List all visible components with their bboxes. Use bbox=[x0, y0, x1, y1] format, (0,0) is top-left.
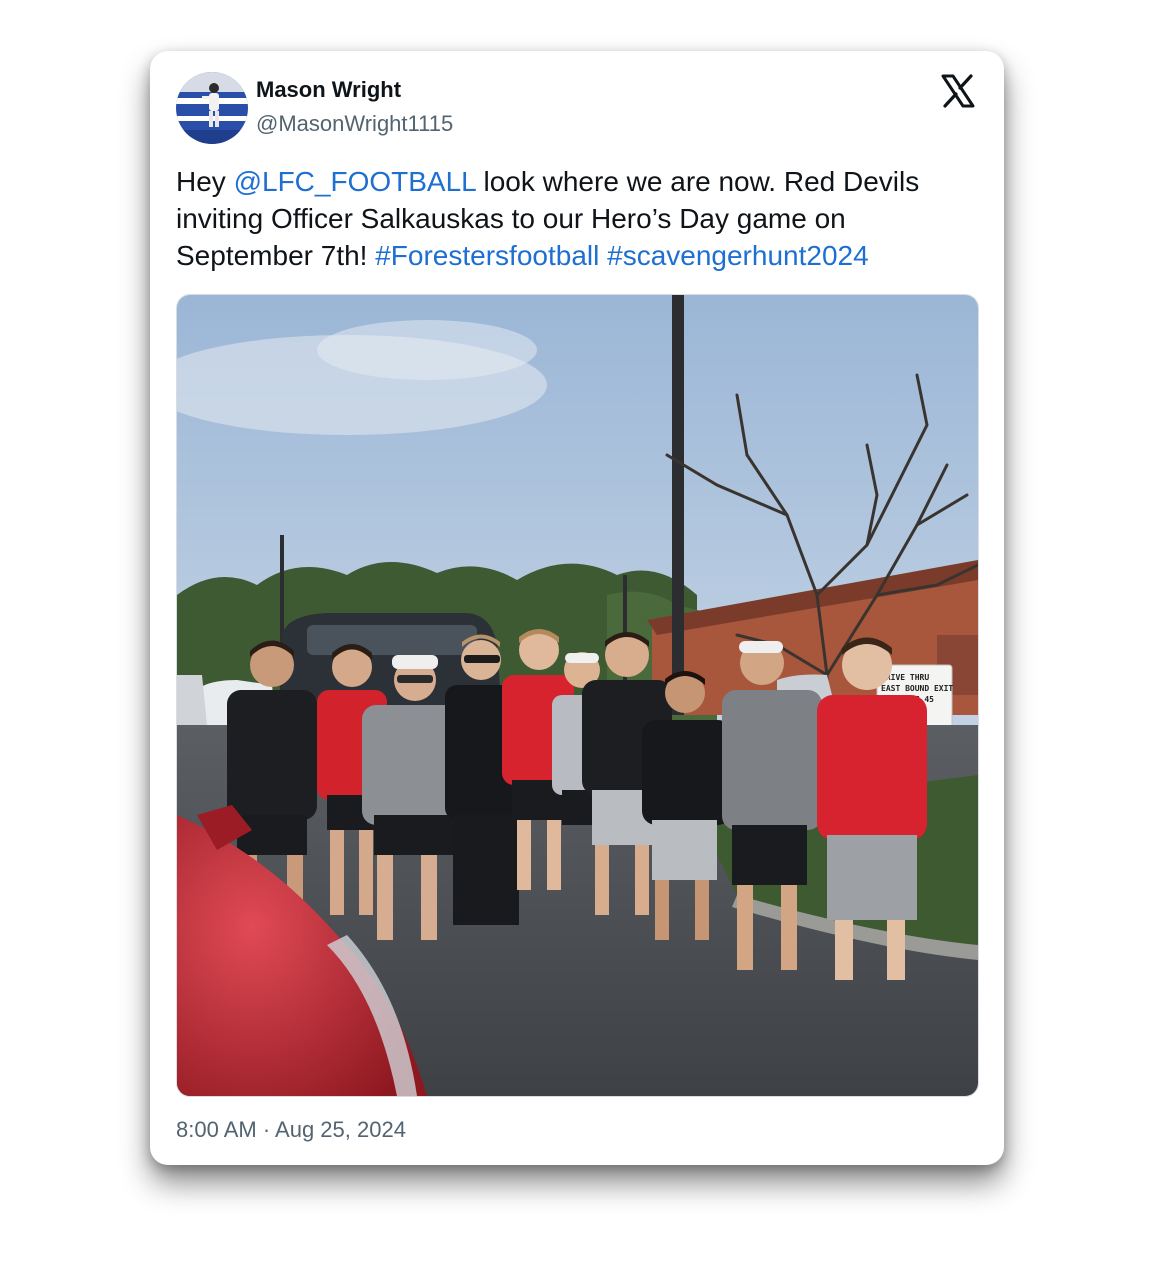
mention-link[interactable]: @LFC_FOOTBALL bbox=[234, 166, 476, 197]
group-photo-illustration: DRIVE THRU EAST BOUND EXIT TO ROUTE 45 bbox=[177, 295, 978, 1096]
tweet-text: Hey @LFC_FOOTBALL look where we are now.… bbox=[176, 163, 976, 274]
avatar-image bbox=[176, 72, 248, 144]
sign-line-2: EAST BOUND EXIT bbox=[881, 684, 953, 693]
hashtag-link[interactable]: #Forestersfootball bbox=[375, 240, 599, 271]
tweet-photo[interactable]: DRIVE THRU EAST BOUND EXIT TO ROUTE 45 bbox=[176, 294, 979, 1097]
author-handle[interactable]: @MasonWright1115 bbox=[256, 111, 453, 137]
tweet-text-part bbox=[599, 240, 607, 271]
tweet-card: Mason Wright @MasonWright1115 Hey @LFC_F… bbox=[150, 51, 1004, 1165]
avatar[interactable] bbox=[176, 72, 248, 144]
hashtag-link[interactable]: #scavengerhunt2024 bbox=[607, 240, 869, 271]
tweet-timestamp[interactable]: 8:00 AM · Aug 25, 2024 bbox=[176, 1117, 406, 1143]
x-logo-icon[interactable] bbox=[940, 73, 976, 109]
author-name[interactable]: Mason Wright bbox=[256, 77, 401, 103]
tweet-text-part: Hey bbox=[176, 166, 234, 197]
